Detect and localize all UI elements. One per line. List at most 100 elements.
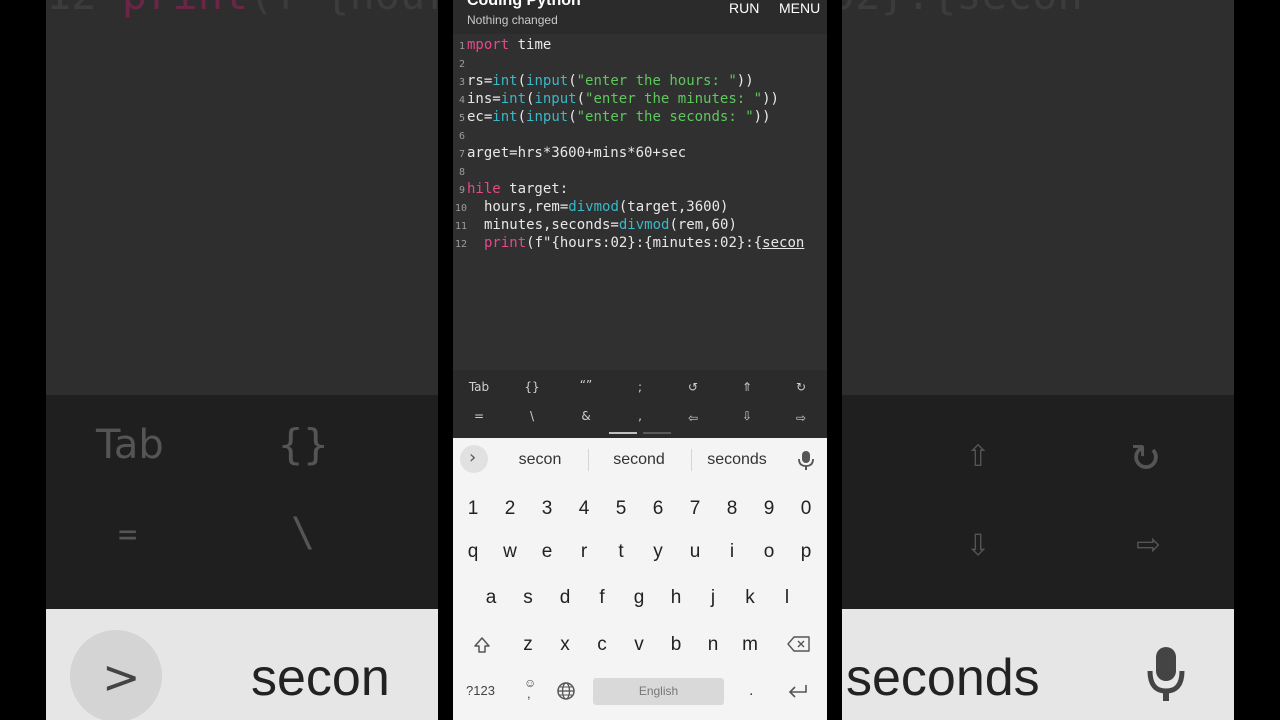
bg-mic-icon	[1147, 647, 1185, 701]
code-line: 5 ec=int(input("enter the seconds: "))	[453, 109, 827, 127]
key-3[interactable]: 3	[529, 498, 565, 520]
mic-icon[interactable]	[797, 450, 815, 470]
key-u[interactable]: u	[677, 541, 713, 563]
code-text: hours,rem=divmod(target,3600)	[484, 199, 729, 215]
key-4[interactable]: 4	[566, 498, 602, 520]
key-e[interactable]: e	[529, 541, 565, 563]
page-indicator-active	[609, 432, 637, 434]
extra-key-semicolon[interactable]: ;	[615, 380, 665, 394]
key-h[interactable]: h	[658, 587, 694, 609]
key-j[interactable]: j	[695, 587, 731, 609]
key-v[interactable]: v	[621, 634, 657, 656]
code-line: 8	[453, 163, 827, 181]
line-number: 4	[458, 95, 465, 106]
code-text: ins=int(input("enter the minutes: "))	[467, 91, 779, 107]
line-number: 1	[458, 41, 465, 52]
line-number: 7	[458, 149, 465, 160]
key-6[interactable]: 6	[640, 498, 676, 520]
key-y[interactable]: y	[640, 541, 676, 563]
key-2[interactable]: 2	[492, 498, 528, 520]
arrow-up-icon[interactable]: ⇑	[722, 380, 772, 394]
undo-icon[interactable]: ↺	[668, 380, 718, 394]
extra-key-quotes[interactable]: “”	[561, 378, 611, 392]
menu-button[interactable]: MENU	[779, 0, 820, 16]
comma-key[interactable]: ,	[527, 686, 531, 701]
line-number: 6	[458, 131, 465, 142]
arrow-right-icon[interactable]: ⇨	[776, 411, 826, 425]
bg-suggestion-secon: secon	[251, 649, 390, 707]
code-line: 11 minutes,seconds=divmod(rem,60)	[453, 217, 827, 235]
extra-key-equals[interactable]: =	[454, 409, 504, 423]
arrow-down-icon[interactable]: ⇩	[722, 409, 772, 423]
key-5[interactable]: 5	[603, 498, 639, 520]
code-line: 7 arget=hrs*3600+mins*60+sec	[453, 145, 827, 163]
key-z[interactable]: z	[510, 634, 546, 656]
redo-icon[interactable]: ↻	[776, 380, 826, 394]
key-g[interactable]: g	[621, 587, 657, 609]
code-line: 6	[453, 127, 827, 145]
suggestion-seconds[interactable]: seconds	[691, 451, 783, 469]
key-x[interactable]: x	[547, 634, 583, 656]
run-button[interactable]: RUN	[729, 0, 759, 16]
code-line: 3 rs=int(input("enter the hours: "))	[453, 73, 827, 91]
key-i[interactable]: i	[714, 541, 750, 563]
code-editor[interactable]: 1 mport time 2 3 rs=int(input("enter the…	[453, 34, 827, 370]
extra-key-tab[interactable]: Tab	[454, 380, 504, 394]
line-number: 8	[458, 167, 465, 178]
app-title: Coding Python	[467, 0, 581, 9]
key-o[interactable]: o	[751, 541, 787, 563]
enter-icon[interactable]	[788, 684, 808, 698]
suggestion-secon[interactable]: secon	[494, 451, 586, 469]
line-number: 2	[458, 59, 465, 70]
extra-key-comma[interactable]: ,	[615, 409, 665, 423]
symbols-key[interactable]: ?123	[466, 683, 495, 698]
code-line: 1 mport time	[453, 37, 827, 55]
key-9[interactable]: 9	[751, 498, 787, 520]
shift-icon[interactable]	[473, 636, 491, 654]
key-8[interactable]: 8	[714, 498, 750, 520]
key-q[interactable]: q	[455, 541, 491, 563]
chevron-right-icon: ›	[469, 447, 477, 468]
bg-up-arrow-icon: ⇧	[966, 430, 991, 476]
key-t[interactable]: t	[603, 541, 639, 563]
key-w[interactable]: w	[492, 541, 528, 563]
extra-key-braces[interactable]: {}	[507, 380, 557, 394]
key-7[interactable]: 7	[677, 498, 713, 520]
bg-suggestion-seconds: seconds	[846, 649, 1040, 707]
extra-key-ampersand[interactable]: &	[561, 409, 611, 423]
line-number: 3	[458, 77, 465, 88]
suggestion-second[interactable]: second	[593, 451, 685, 469]
phone-screen: Coding Python Nothing changed RUN MENU 1…	[453, 0, 827, 720]
suggestion-divider	[588, 449, 589, 471]
app-bar: Coding Python Nothing changed RUN MENU	[453, 0, 827, 34]
bg-down-arrow-icon: ⇩	[966, 520, 991, 566]
key-l[interactable]: l	[769, 587, 805, 609]
code-text: print(f"{hours:02}:{minutes:02}:{secon	[484, 235, 805, 251]
period-key[interactable]: .	[749, 682, 753, 700]
code-line: 9 hile target:	[453, 181, 827, 199]
key-n[interactable]: n	[695, 634, 731, 656]
key-k[interactable]: k	[732, 587, 768, 609]
bg-braces-label: {}	[278, 420, 329, 469]
key-d[interactable]: d	[547, 587, 583, 609]
suggestion-strip: › secon second seconds	[453, 438, 827, 482]
key-f[interactable]: f	[584, 587, 620, 609]
code-text: rs=int(input("enter the hours: "))	[467, 73, 754, 89]
space-bar[interactable]: English	[593, 678, 724, 705]
extra-keys-bar: Tab {} “” ; ↺ ⇑ ↻ = \ & , ⇦ ⇩ ⇨	[453, 370, 827, 438]
backspace-icon[interactable]	[787, 636, 811, 652]
key-r[interactable]: r	[566, 541, 602, 563]
page-indicator	[643, 432, 671, 434]
key-a[interactable]: a	[473, 587, 509, 609]
arrow-left-icon[interactable]: ⇦	[668, 411, 718, 425]
key-b[interactable]: b	[658, 634, 694, 656]
globe-icon[interactable]	[556, 681, 576, 701]
extra-key-backslash[interactable]: \	[507, 409, 557, 423]
key-s[interactable]: s	[510, 587, 546, 609]
key-p[interactable]: p	[788, 541, 824, 563]
bg-right-arrow-icon: ⇨	[1136, 520, 1161, 566]
key-c[interactable]: c	[584, 634, 620, 656]
key-m[interactable]: m	[732, 634, 768, 656]
key-1[interactable]: 1	[455, 498, 491, 520]
key-0[interactable]: 0	[788, 498, 824, 520]
